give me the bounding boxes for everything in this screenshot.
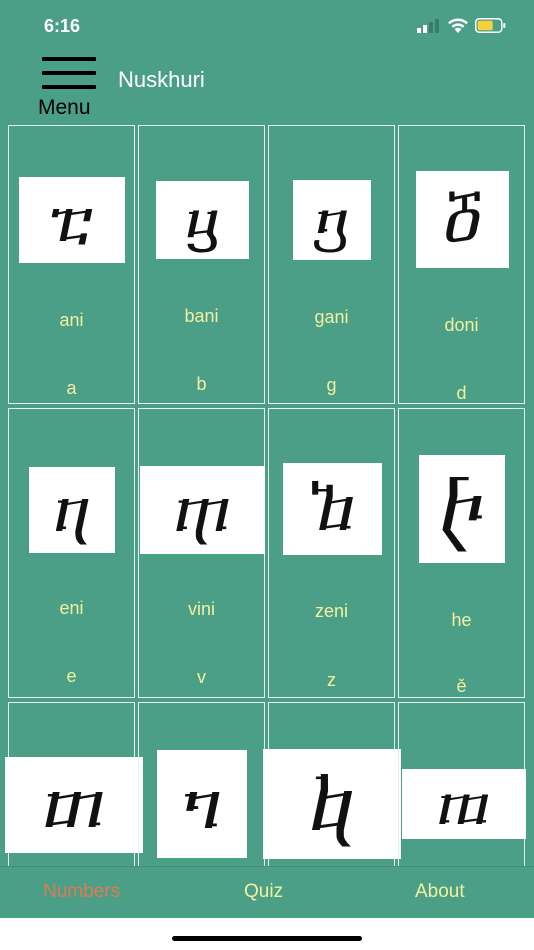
tab-about[interactable]: About bbox=[415, 881, 465, 903]
tab-quiz[interactable]: Quiz bbox=[244, 881, 283, 903]
letter-image: ⴄ bbox=[29, 467, 115, 553]
tab-numbers[interactable]: Numbers bbox=[43, 881, 120, 903]
letter-transliteration: b bbox=[196, 374, 207, 394]
letter-glyph: ⴇ bbox=[41, 765, 107, 844]
letter-glyph: ⴉ bbox=[307, 759, 357, 848]
letter-image: ⴡ bbox=[419, 455, 505, 563]
letter-name: ani bbox=[59, 310, 84, 330]
letter-glyph: ⴀ bbox=[48, 183, 96, 256]
letter-glyph: ⴈ bbox=[180, 763, 224, 845]
home-bar-area bbox=[0, 918, 534, 950]
letter-image: ⴉ bbox=[263, 749, 401, 859]
letter-name: vini bbox=[187, 599, 215, 619]
letter-transliteration: d bbox=[456, 383, 467, 403]
letter-name: zeni bbox=[314, 601, 349, 621]
letter-cell[interactable]: ⴄ eni e bbox=[8, 408, 135, 698]
letter-cell[interactable]: ⴆ zeni z bbox=[268, 408, 395, 698]
tab-bar: Numbers Quiz About bbox=[0, 866, 534, 919]
letter-cell[interactable]: ⴉ bbox=[263, 702, 401, 866]
letter-grid: ⴀ ani a ⴁ bani b ⴂ gani g ⴃ doni d ⴄ eni… bbox=[0, 0, 534, 866]
letter-image: ⴃ bbox=[416, 171, 509, 268]
letter-name: gani bbox=[314, 307, 349, 327]
letter-name: eni bbox=[59, 598, 84, 618]
letter-glyph: ⴅ bbox=[172, 473, 233, 546]
letter-image: ⴇ bbox=[5, 757, 143, 853]
letter-glyph: ⴆ bbox=[308, 472, 357, 546]
letter-image: ⴀ bbox=[19, 177, 125, 263]
letter-image: ⴂ bbox=[293, 180, 371, 260]
letter-image: ⴅ bbox=[140, 466, 265, 554]
letter-cell[interactable]: ⴅ vini v bbox=[138, 408, 265, 698]
letter-transliteration: g bbox=[326, 375, 337, 395]
letter-transliteration: v bbox=[197, 667, 206, 687]
letter-glyph: ⴄ bbox=[52, 473, 92, 546]
letter-name: he bbox=[451, 610, 472, 630]
home-indicator[interactable] bbox=[172, 936, 362, 941]
letter-cell[interactable]: ⴈ bbox=[138, 702, 265, 866]
letter-cell[interactable]: ⴃ doni d bbox=[398, 125, 525, 404]
letter-glyph: ⴂ bbox=[313, 186, 351, 254]
letter-name: bani bbox=[184, 306, 219, 326]
letter-transliteration: a bbox=[66, 378, 77, 398]
letter-cell[interactable]: ⴊ bbox=[398, 702, 526, 866]
letter-cell[interactable]: ⴁ bani b bbox=[138, 125, 265, 404]
letter-glyph: ⴃ bbox=[440, 180, 485, 258]
letter-name: doni bbox=[444, 315, 479, 335]
letter-glyph: ⴡ bbox=[437, 464, 487, 553]
letter-image: ⴆ bbox=[283, 463, 382, 555]
letter-image: ⴊ bbox=[402, 769, 526, 839]
letter-transliteration: ě bbox=[456, 676, 467, 696]
letter-image: ⴈ bbox=[157, 750, 247, 858]
letter-cell[interactable]: ⴡ he ě bbox=[398, 408, 525, 698]
letter-glyph: ⴊ bbox=[436, 770, 492, 838]
letter-cell[interactable]: ⴀ ani a bbox=[8, 125, 135, 404]
letter-transliteration: e bbox=[66, 666, 77, 686]
letter-cell[interactable]: ⴂ gani g bbox=[268, 125, 395, 404]
letter-glyph: ⴁ bbox=[184, 186, 221, 254]
letter-transliteration: z bbox=[327, 670, 336, 690]
letter-image: ⴁ bbox=[156, 181, 249, 259]
letter-cell[interactable]: ⴇ bbox=[5, 702, 143, 866]
